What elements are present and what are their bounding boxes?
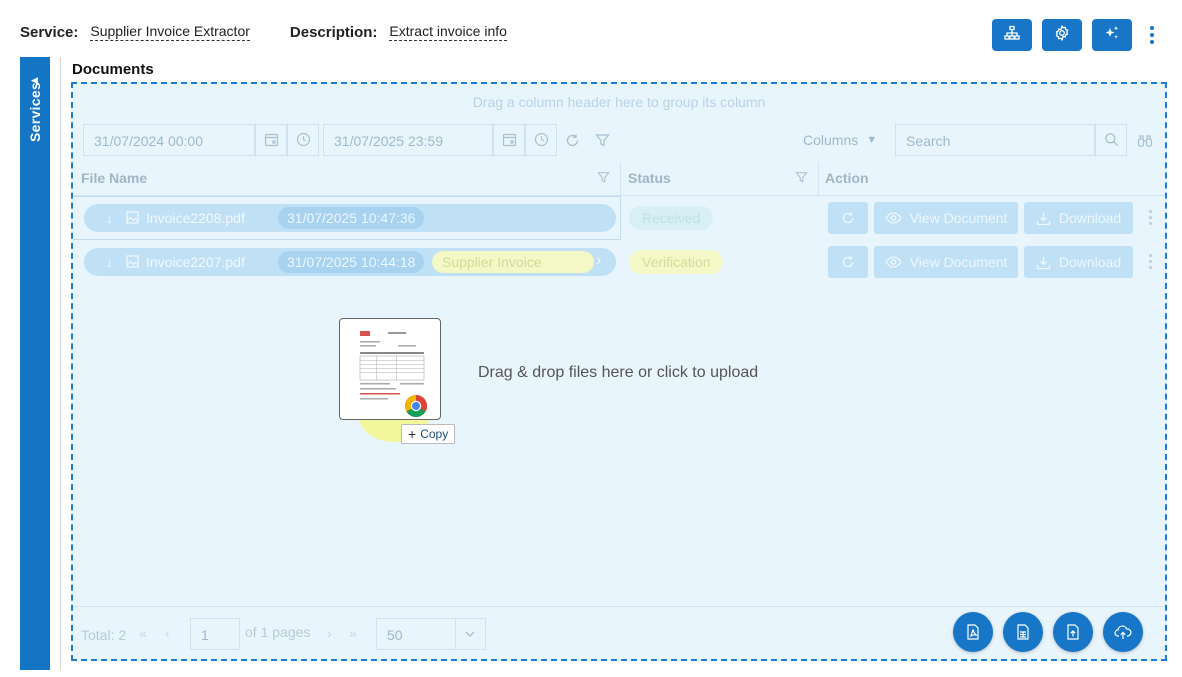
service-header: Service: Supplier Invoice Extractor Desc… [20, 18, 507, 46]
eye-icon [884, 256, 902, 268]
download-icon [1036, 212, 1051, 225]
download-button[interactable]: Download [1024, 202, 1133, 234]
status-badge: Verification [629, 250, 724, 274]
dragged-file-thumbnail [339, 318, 441, 420]
chevron-down-icon [464, 627, 476, 643]
image-icon [126, 211, 139, 227]
column-filter-icon[interactable] [597, 171, 610, 187]
chevron-right-icon[interactable]: › [596, 252, 601, 270]
settings-button[interactable] [1042, 19, 1082, 51]
refresh-icon [842, 256, 854, 268]
top-actions [992, 19, 1162, 51]
sitemap-icon [1004, 25, 1020, 46]
upload-file-button[interactable] [1053, 612, 1093, 652]
download-button[interactable]: Download [1024, 246, 1133, 278]
status-badge: Received [629, 206, 714, 230]
gear-icon [1054, 24, 1070, 46]
search-icon [1104, 132, 1119, 150]
table-row[interactable]: ↓ Invoice2207.pdf 31/07/2025 10:44:18 Su… [73, 240, 1165, 284]
refresh-icon [842, 212, 854, 224]
collapse-arrow-icon[interactable]: ◀ [31, 75, 38, 86]
calendar-icon [502, 132, 517, 150]
service-label: Service: [20, 23, 79, 41]
end-time-button[interactable] [525, 124, 557, 156]
start-date-input[interactable]: 31/07/2024 00:00 [83, 124, 255, 156]
more-options-button[interactable] [1142, 19, 1162, 51]
description-label: Description: [289, 23, 378, 41]
first-page-icon[interactable]: « [139, 625, 147, 641]
end-date-input[interactable]: 31/07/2025 23:59 [323, 124, 493, 156]
page-size-select[interactable]: 50 [376, 618, 486, 650]
export-excel-button[interactable] [1003, 612, 1043, 652]
download-icon [1036, 256, 1051, 269]
row-menu-button[interactable] [1149, 254, 1155, 269]
chrome-icon [404, 394, 428, 418]
calendar-icon [264, 132, 279, 150]
cloud-upload-button[interactable] [1103, 612, 1143, 652]
spreadsheet-icon [1017, 624, 1029, 640]
export-pdf-button[interactable] [953, 612, 993, 652]
next-page-icon[interactable]: › [327, 625, 332, 641]
table-row[interactable]: ↓ Invoice2208.pdf 31/07/2025 10:47:36 Re… [73, 196, 1165, 240]
refresh-icon[interactable] [565, 133, 580, 151]
documents-dropzone[interactable]: Drag a column header here to group its c… [71, 82, 1167, 661]
row-menu-button[interactable] [1149, 210, 1155, 225]
image-icon [126, 255, 139, 271]
clock-icon [534, 132, 549, 150]
start-calendar-button[interactable] [255, 124, 287, 156]
sidebar-title: Services [27, 81, 44, 143]
group-panel[interactable]: Drag a column header here to group its c… [73, 94, 1165, 110]
expand-arrow-icon[interactable]: ↓ [106, 210, 113, 226]
total-count: Total: 2 [81, 627, 127, 643]
end-calendar-button[interactable] [493, 124, 525, 156]
eye-icon [884, 212, 902, 224]
last-page-icon[interactable]: » [349, 625, 357, 641]
documents-title: Documents [72, 61, 154, 78]
sparkle-icon [1104, 25, 1120, 46]
service-name-field[interactable]: Supplier Invoice Extractor [90, 23, 250, 41]
expand-arrow-icon[interactable]: ↓ [106, 254, 113, 270]
page-number-input[interactable]: 1 [190, 618, 240, 650]
copy-badge: + Copy [401, 424, 456, 444]
services-toggle[interactable]: Services [20, 57, 50, 167]
description-field[interactable]: Extract invoice info [389, 23, 507, 41]
file-upload-icon [1067, 624, 1079, 640]
view-document-button[interactable]: View Document [874, 202, 1018, 234]
timestamp-badge: 31/07/2025 10:47:36 [278, 207, 425, 229]
pdf-file-icon [967, 624, 979, 640]
workflow-button[interactable] [992, 19, 1032, 51]
kebab-icon [1150, 26, 1154, 30]
cloud-upload-icon [1114, 625, 1132, 639]
column-filter-icon[interactable] [795, 171, 808, 187]
page-count: of 1 pages [245, 624, 311, 640]
column-header-row [73, 162, 1165, 196]
file-name: Invoice2207.pdf [146, 254, 245, 270]
divider [60, 57, 61, 670]
binoculars-icon[interactable] [1137, 133, 1153, 151]
columns-chooser[interactable]: Columns ▼ [803, 132, 877, 148]
upload-prompt[interactable]: Drag & drop files here or click to uploa… [478, 364, 758, 382]
plus-icon: + [408, 426, 417, 442]
view-document-button[interactable]: View Document [874, 246, 1018, 278]
filter-icon[interactable] [595, 133, 610, 151]
reprocess-button[interactable] [828, 246, 868, 278]
file-name: Invoice2208.pdf [146, 210, 245, 226]
file-pill[interactable]: ↓ Invoice2208.pdf 31/07/2025 10:47:36 [84, 204, 616, 232]
ai-assist-button[interactable] [1092, 19, 1132, 51]
search-input[interactable]: Search [895, 124, 1095, 156]
document-type-tag: Supplier Invoice [432, 251, 594, 273]
start-time-button[interactable] [287, 124, 319, 156]
reprocess-button[interactable] [828, 202, 868, 234]
prev-page-icon[interactable]: ‹ [165, 625, 170, 641]
search-button[interactable] [1095, 124, 1127, 156]
services-sidebar[interactable]: Services ◀ [20, 57, 50, 670]
caret-down-icon: ▼ [866, 134, 878, 146]
clock-icon [296, 132, 311, 150]
timestamp-badge: 31/07/2025 10:44:18 [278, 251, 425, 273]
file-pill[interactable]: ↓ Invoice2207.pdf 31/07/2025 10:44:18 Su… [84, 248, 616, 276]
